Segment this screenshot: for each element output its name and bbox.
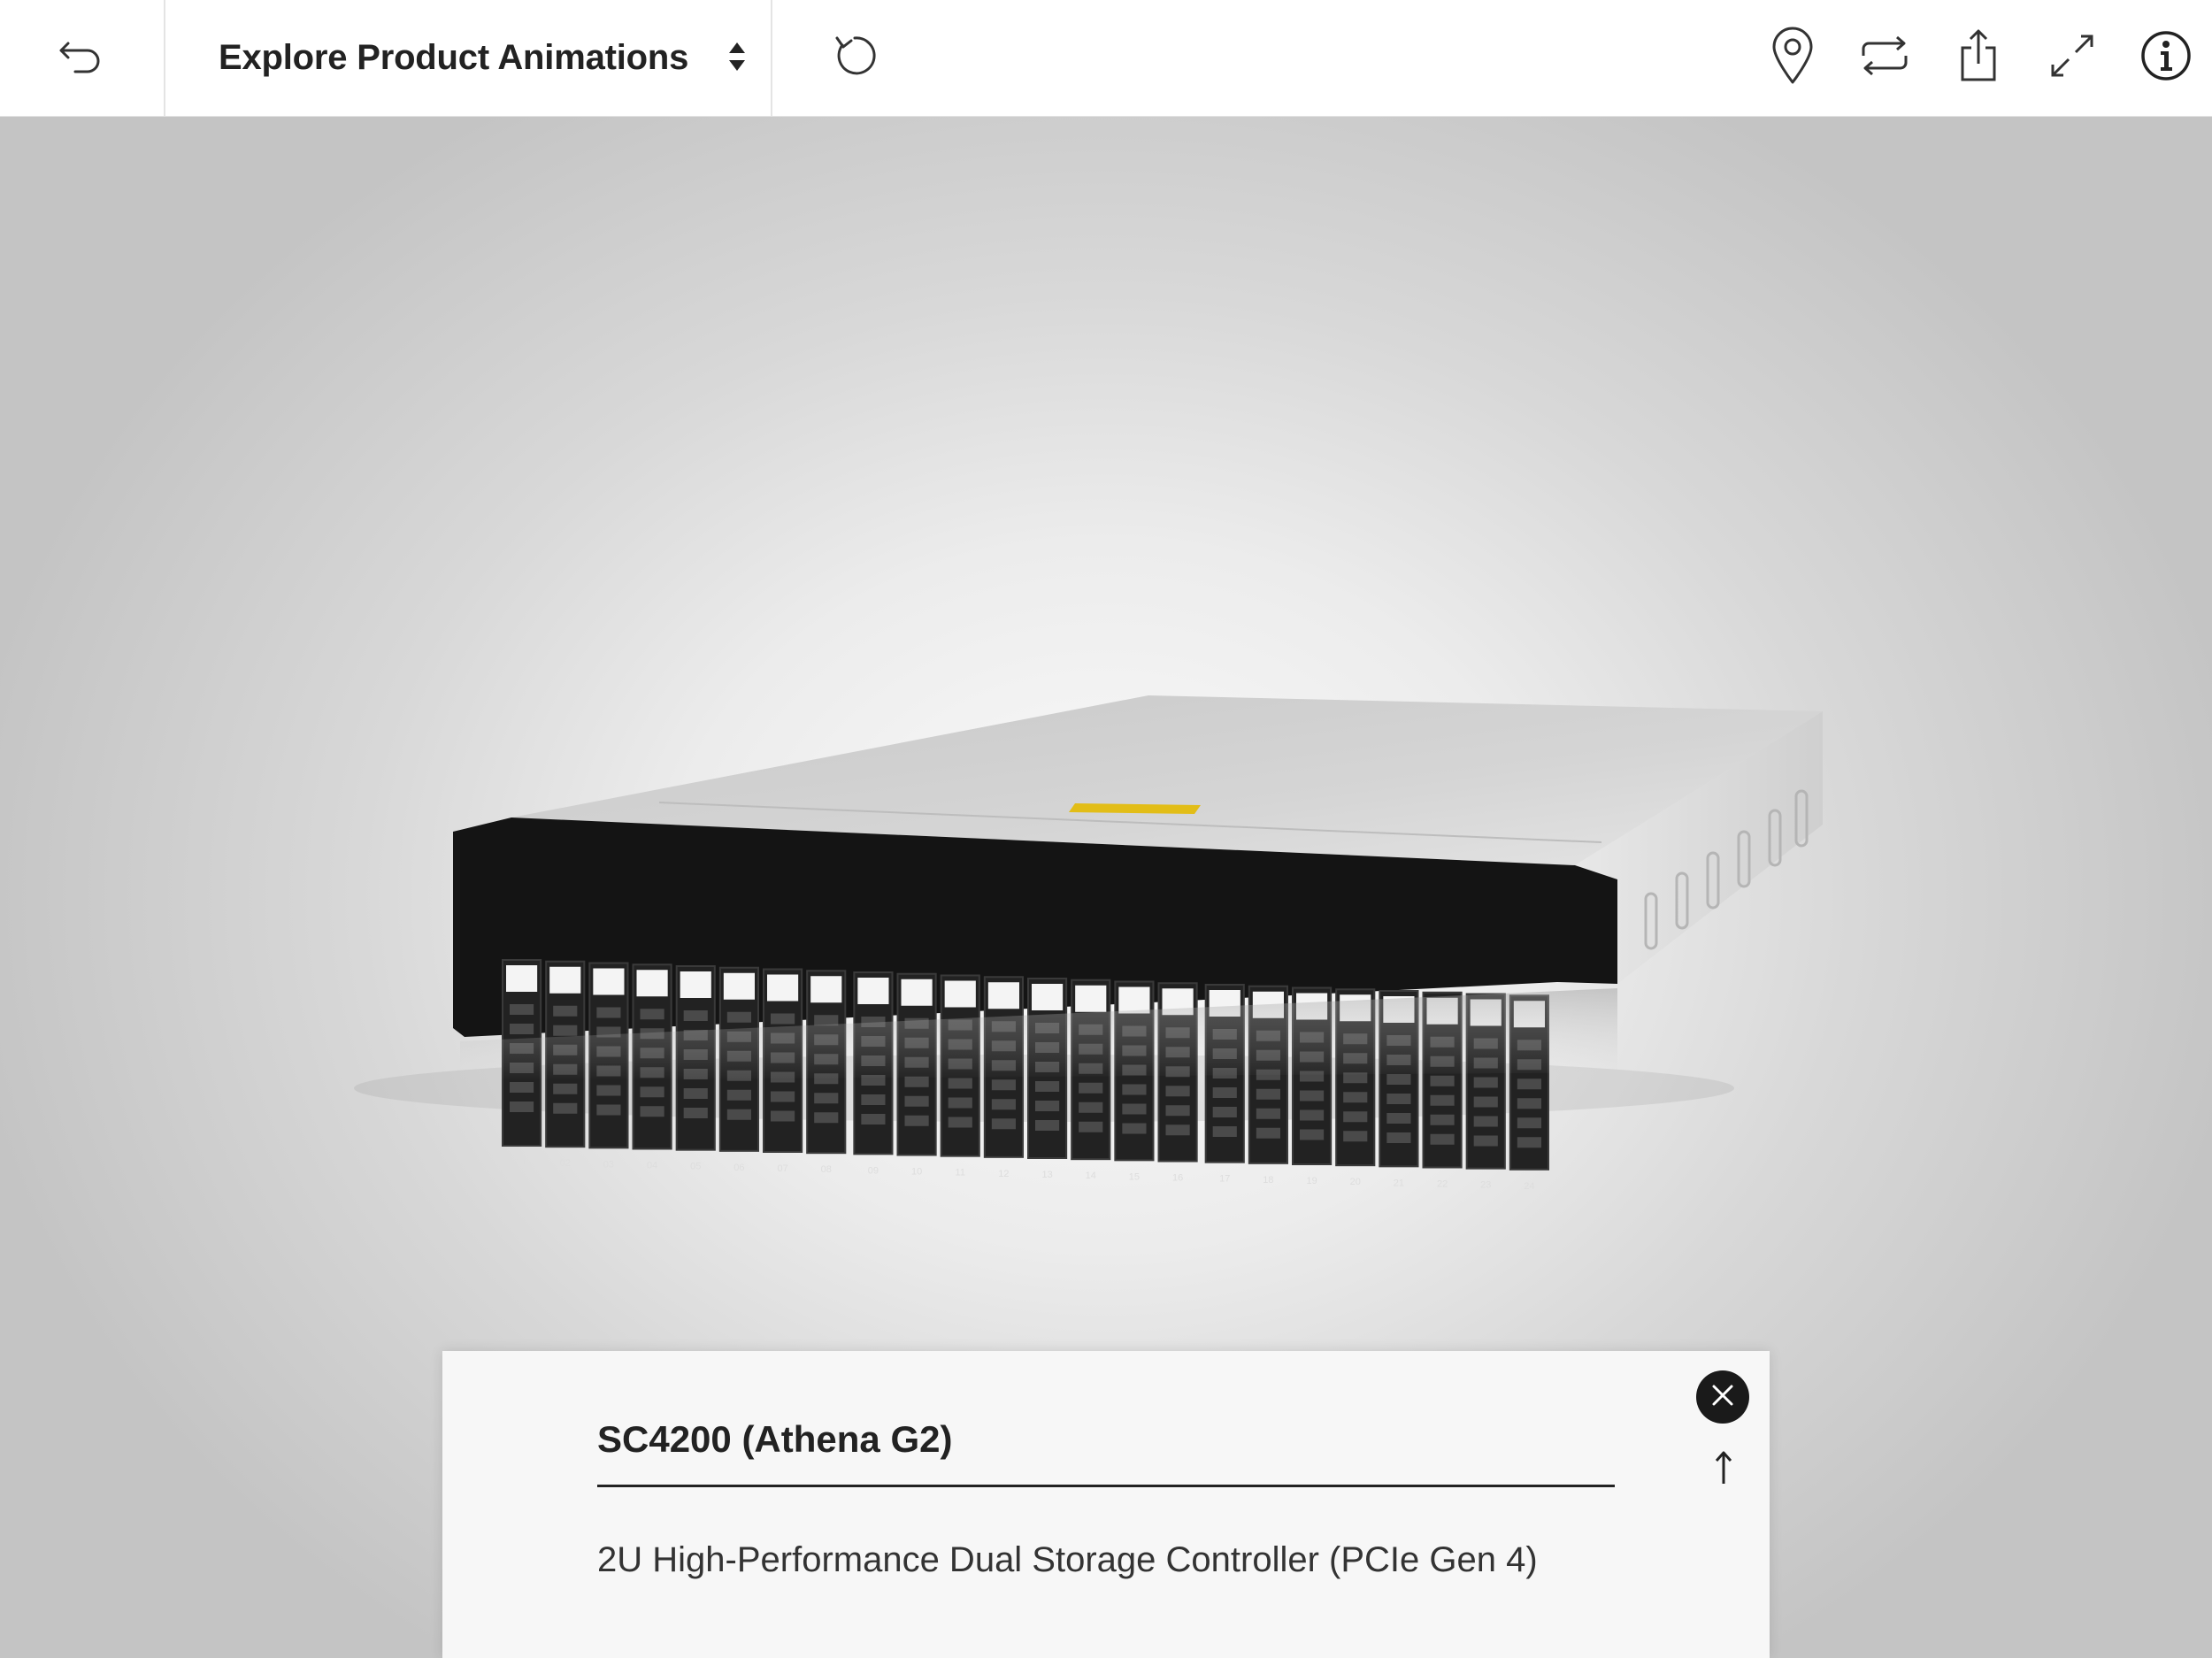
sync-icon [1856, 35, 1913, 81]
animation-select-value: Explore Product Animations [219, 38, 689, 77]
location-pin-icon [1769, 27, 1816, 89]
share-button[interactable] [1943, 0, 2014, 116]
bay-number: 14 [1086, 1171, 1096, 1181]
info-button[interactable] [2131, 0, 2201, 116]
title-divider [597, 1485, 1615, 1487]
expand-button[interactable] [2037, 0, 2108, 116]
bay-number: 02 [560, 1158, 571, 1169]
bay-number: 22 [1437, 1179, 1448, 1190]
share-icon [1957, 28, 2000, 88]
back-button[interactable] [0, 0, 164, 116]
bay-number: 19 [1306, 1176, 1317, 1186]
product-description: 2U High-Performance Dual Storage Control… [597, 1540, 1538, 1579]
bay-number: 04 [647, 1161, 657, 1171]
warning-label [1069, 803, 1201, 814]
sync-button[interactable] [1849, 0, 1920, 116]
bay-number: 12 [998, 1169, 1009, 1179]
info-icon [2139, 29, 2193, 87]
product-title: SC4200 (Athena G2) [597, 1418, 953, 1460]
undo-arrow-icon [58, 38, 107, 78]
arrow-up-icon [1711, 1450, 1736, 1490]
bay-number: 01 [516, 1157, 526, 1168]
bay-number: 07 [777, 1163, 787, 1174]
bay-number: 11 [956, 1168, 965, 1178]
location-button[interactable] [1757, 0, 1828, 116]
bay-number: 23 [1480, 1180, 1491, 1191]
bay-number: 16 [1172, 1173, 1183, 1184]
close-icon [1709, 1382, 1736, 1413]
close-card-button[interactable] [1696, 1370, 1749, 1424]
bay-number: 15 [1129, 1171, 1140, 1182]
reset-button[interactable] [821, 0, 888, 116]
animation-select[interactable]: Explore Product Animations [165, 0, 771, 116]
bay-number: 18 [1263, 1175, 1273, 1186]
bay-number: 17 [1219, 1174, 1230, 1185]
toolbar: Explore Product Animations [0, 0, 2212, 117]
bay-number: 06 [733, 1163, 744, 1173]
bay-number: 24 [1524, 1181, 1534, 1192]
bay-number: 08 [821, 1164, 832, 1175]
product-info-card: SC4200 (Athena G2) 2U High-Performance D… [442, 1351, 1770, 1658]
collapse-card-button[interactable] [1699, 1445, 1748, 1494]
bay-number: 03 [603, 1159, 614, 1170]
toolbar-divider [771, 0, 772, 116]
bay-number: 09 [868, 1165, 879, 1176]
bay-number: 20 [1350, 1177, 1361, 1187]
expand-icon [2049, 33, 2095, 83]
bay-number: 05 [690, 1162, 701, 1172]
sort-arrows-icon [726, 41, 748, 77]
bay-number: 21 [1394, 1178, 1404, 1188]
bay-number: 10 [911, 1167, 922, 1178]
bay-number: 13 [1041, 1170, 1052, 1180]
reset-rotate-icon [832, 33, 878, 83]
